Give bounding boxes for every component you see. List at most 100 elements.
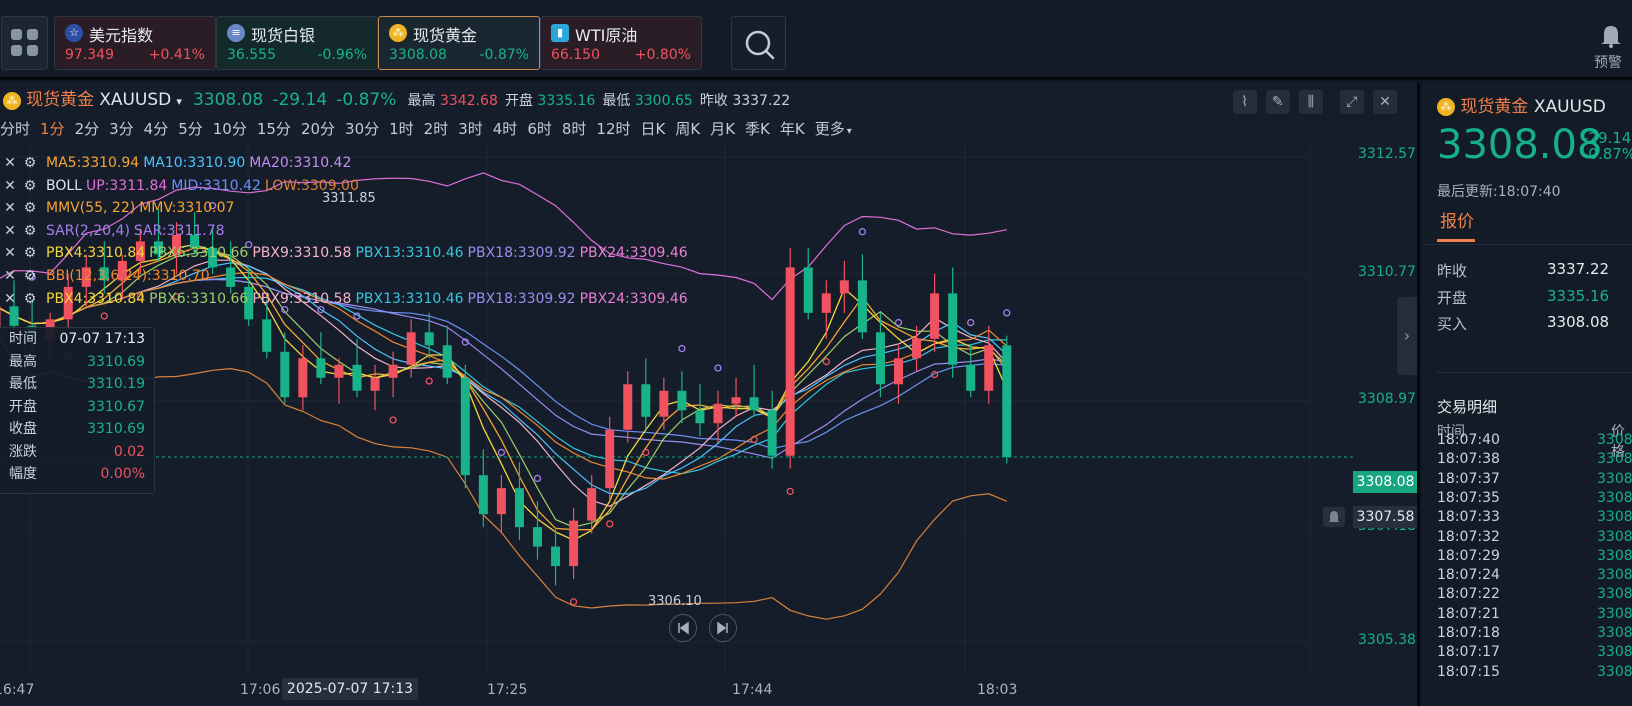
ticker-card-dxy[interactable]: ☆ 美元指数 97.349 +0.41% (54, 16, 216, 70)
candle-body (406, 332, 416, 365)
sar-dot (967, 318, 975, 327)
trade-time: 18:07:15 (1437, 663, 1500, 680)
remove-indicator-icon[interactable]: ✕ (0, 220, 20, 243)
remove-indicator-icon[interactable]: ✕ (0, 265, 20, 288)
candle-body (442, 345, 452, 378)
candle-body (749, 397, 759, 411)
scroll-forward-button[interactable] (709, 614, 737, 642)
ticker-bar: ☆ 美元指数 97.349 +0.41% ≡ 现货白银 36.555 -0.96… (0, 0, 1632, 80)
ticker-name: 现货黄金 (413, 26, 478, 45)
remove-indicator-icon[interactable]: ✕ (0, 288, 20, 311)
trade-price: 3308.12 (1597, 509, 1632, 526)
sar-dot (786, 487, 794, 496)
tooltip-value: 3310.67 (87, 398, 145, 415)
tooltip-key: 最低 (9, 376, 37, 392)
gold-coin-icon: ⁂ (1437, 98, 1455, 116)
candle-body (857, 280, 867, 333)
sar-dot (714, 364, 722, 372)
candle-body (1002, 345, 1012, 457)
candle-body (514, 488, 524, 528)
remove-indicator-icon[interactable]: ✕ (0, 152, 20, 175)
indicator-row: ✕ ⚙ SAR(2,20,4) SAR:3311.78 (0, 220, 692, 243)
tooltip-key: 幅度 (9, 466, 37, 482)
tooltip-value: 0.00% (100, 466, 145, 482)
trade-price: 3308.22 (1597, 644, 1632, 661)
panel-toggle-chevron-icon[interactable]: › (1397, 297, 1417, 375)
trades-title: 交易明细 (1437, 398, 1498, 416)
hover-price-label: 3307.58 (1353, 506, 1417, 528)
trade-time: 18:07:33 (1437, 509, 1500, 526)
price-alert-bell-icon[interactable] (1323, 507, 1345, 527)
indicator-value: PBX4:3310.84 (46, 290, 146, 307)
indicator-value: PBX9:3310.58 (252, 245, 352, 262)
sar-dot (569, 598, 578, 606)
candle-body (641, 384, 651, 417)
indicator-value: PBX18:3309.92 (467, 245, 576, 262)
candle-body (677, 390, 687, 411)
ticker-price: 97.349 (65, 47, 114, 63)
tooltip-row: 幅度 0.00% (0, 463, 154, 486)
sar-dot (1003, 309, 1011, 317)
y-tick: 3312.57 (1358, 146, 1416, 162)
indicator-value: MA20:3310.42 (249, 155, 352, 171)
ticker-card-silver[interactable]: ≡ 现货白银 36.555 -0.96% (216, 16, 378, 70)
x-tick: 17:25 (487, 682, 528, 698)
trade-price: 3308.08 (1597, 432, 1632, 448)
trade-price: 3308.24 (1597, 625, 1632, 641)
trade-time: 18:07:24 (1437, 567, 1500, 584)
divider (1437, 372, 1632, 373)
tooltip-row: 开盘 3310.67 (0, 396, 154, 419)
trade-time: 18:07:40 (1437, 432, 1500, 448)
candle-body (551, 546, 561, 567)
y-tick: 3308.97 (1358, 391, 1416, 407)
hover-time-label: 2025-07-07 17:13 (282, 678, 418, 700)
scroll-back-button[interactable] (669, 614, 697, 642)
settings-icon[interactable]: ⚙ (20, 242, 40, 265)
tab-underline (1437, 239, 1475, 242)
ticker-card-oil[interactable]: ▮ WTI原油 66.150 +0.80% (540, 16, 702, 70)
trade-time: 18:07:29 (1437, 547, 1500, 564)
ticker-name: 现货白银 (251, 26, 316, 45)
remove-indicator-icon[interactable]: ✕ (0, 242, 20, 265)
sar-dot (858, 228, 867, 236)
indicator-value: MID:3310.42 (171, 177, 261, 194)
silver-coin-icon: ≡ (227, 24, 245, 42)
search-icon (745, 30, 775, 60)
settings-icon[interactable]: ⚙ (20, 288, 40, 311)
sar-dot (497, 448, 506, 457)
alert-button[interactable]: 预警 (1590, 22, 1632, 74)
settings-icon[interactable]: ⚙ (20, 175, 40, 198)
settings-icon[interactable]: ⚙ (20, 152, 40, 175)
candle-body (478, 475, 488, 515)
tooltip-key: 涨跌 (9, 443, 37, 460)
quote-value: 3337.22 (1547, 260, 1610, 278)
candle-body (280, 351, 290, 398)
settings-icon[interactable]: ⚙ (20, 265, 40, 288)
remove-indicator-icon[interactable]: ✕ (0, 175, 20, 198)
indicator-value: PBX18:3309.92 (467, 290, 576, 307)
tab-quote[interactable]: 报价 (1440, 207, 1474, 232)
ohlc-tooltip: 时间 07-07 17:13 最高 3310.69 最低 3310.19 开盘 3310.67… (0, 327, 155, 494)
candle-body (785, 267, 795, 456)
tooltip-value: 07-07 17:13 (59, 331, 145, 347)
indicator-value: PBX24:3309.46 (579, 245, 688, 262)
quote-label: 开盘 (1437, 289, 1468, 307)
ticker-card-gold[interactable]: ⁂ 现货黄金 3308.08 -0.87% (378, 16, 540, 70)
trade-time: 18:07:35 (1437, 489, 1500, 506)
tooltip-row: 时间 07-07 17:13 (0, 328, 154, 351)
ticker-change: +0.41% (148, 47, 205, 63)
trade-price: 3308.15 (1597, 528, 1632, 545)
settings-icon[interactable]: ⚙ (20, 197, 40, 220)
apps-grid-button[interactable] (1, 16, 48, 70)
side-symbol-code: XAUUSD (1533, 97, 1606, 117)
search-button[interactable] (731, 16, 786, 70)
remove-indicator-icon[interactable]: ✕ (0, 197, 20, 220)
tooltip-row: 最高 3310.69 (0, 351, 154, 374)
x-tick: 18:03 (977, 682, 1018, 698)
tooltip-key: 收盘 (9, 421, 37, 437)
indicator-value: SAR:3311.78 (133, 222, 225, 239)
settings-icon[interactable]: ⚙ (20, 220, 40, 243)
y-tick: 3305.38 (1358, 632, 1416, 648)
indicator-value: PBX9:3310.58 (252, 290, 352, 307)
quote-label: 买入 (1437, 315, 1468, 333)
